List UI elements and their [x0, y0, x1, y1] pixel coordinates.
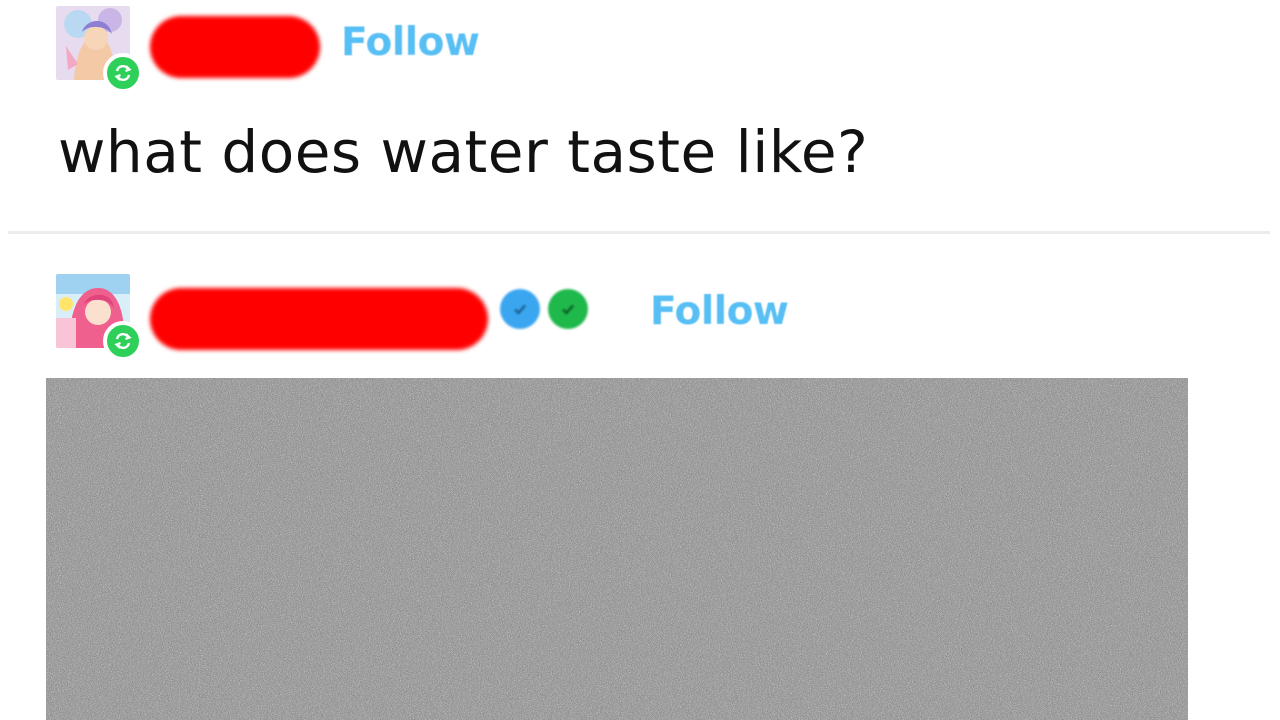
post-image-static-noise[interactable] [46, 378, 1188, 720]
green-checkmark-icon [548, 289, 588, 329]
redacted-username[interactable] [150, 16, 320, 78]
reblog-icon [103, 321, 143, 361]
post-divider [8, 231, 1270, 234]
reblog-icon [103, 53, 143, 93]
redacted-username[interactable] [150, 288, 488, 350]
post-body-text: what does water taste like? [58, 118, 869, 186]
blue-checkmark-icon [500, 289, 540, 329]
post-header-1: Follow [0, 0, 1280, 100]
post-header-2: Follow [0, 268, 1280, 368]
reblog-thread: Follow what does water taste like? Follo… [0, 0, 1280, 720]
follow-button[interactable]: Follow [650, 289, 789, 334]
follow-button[interactable]: Follow [341, 20, 480, 65]
